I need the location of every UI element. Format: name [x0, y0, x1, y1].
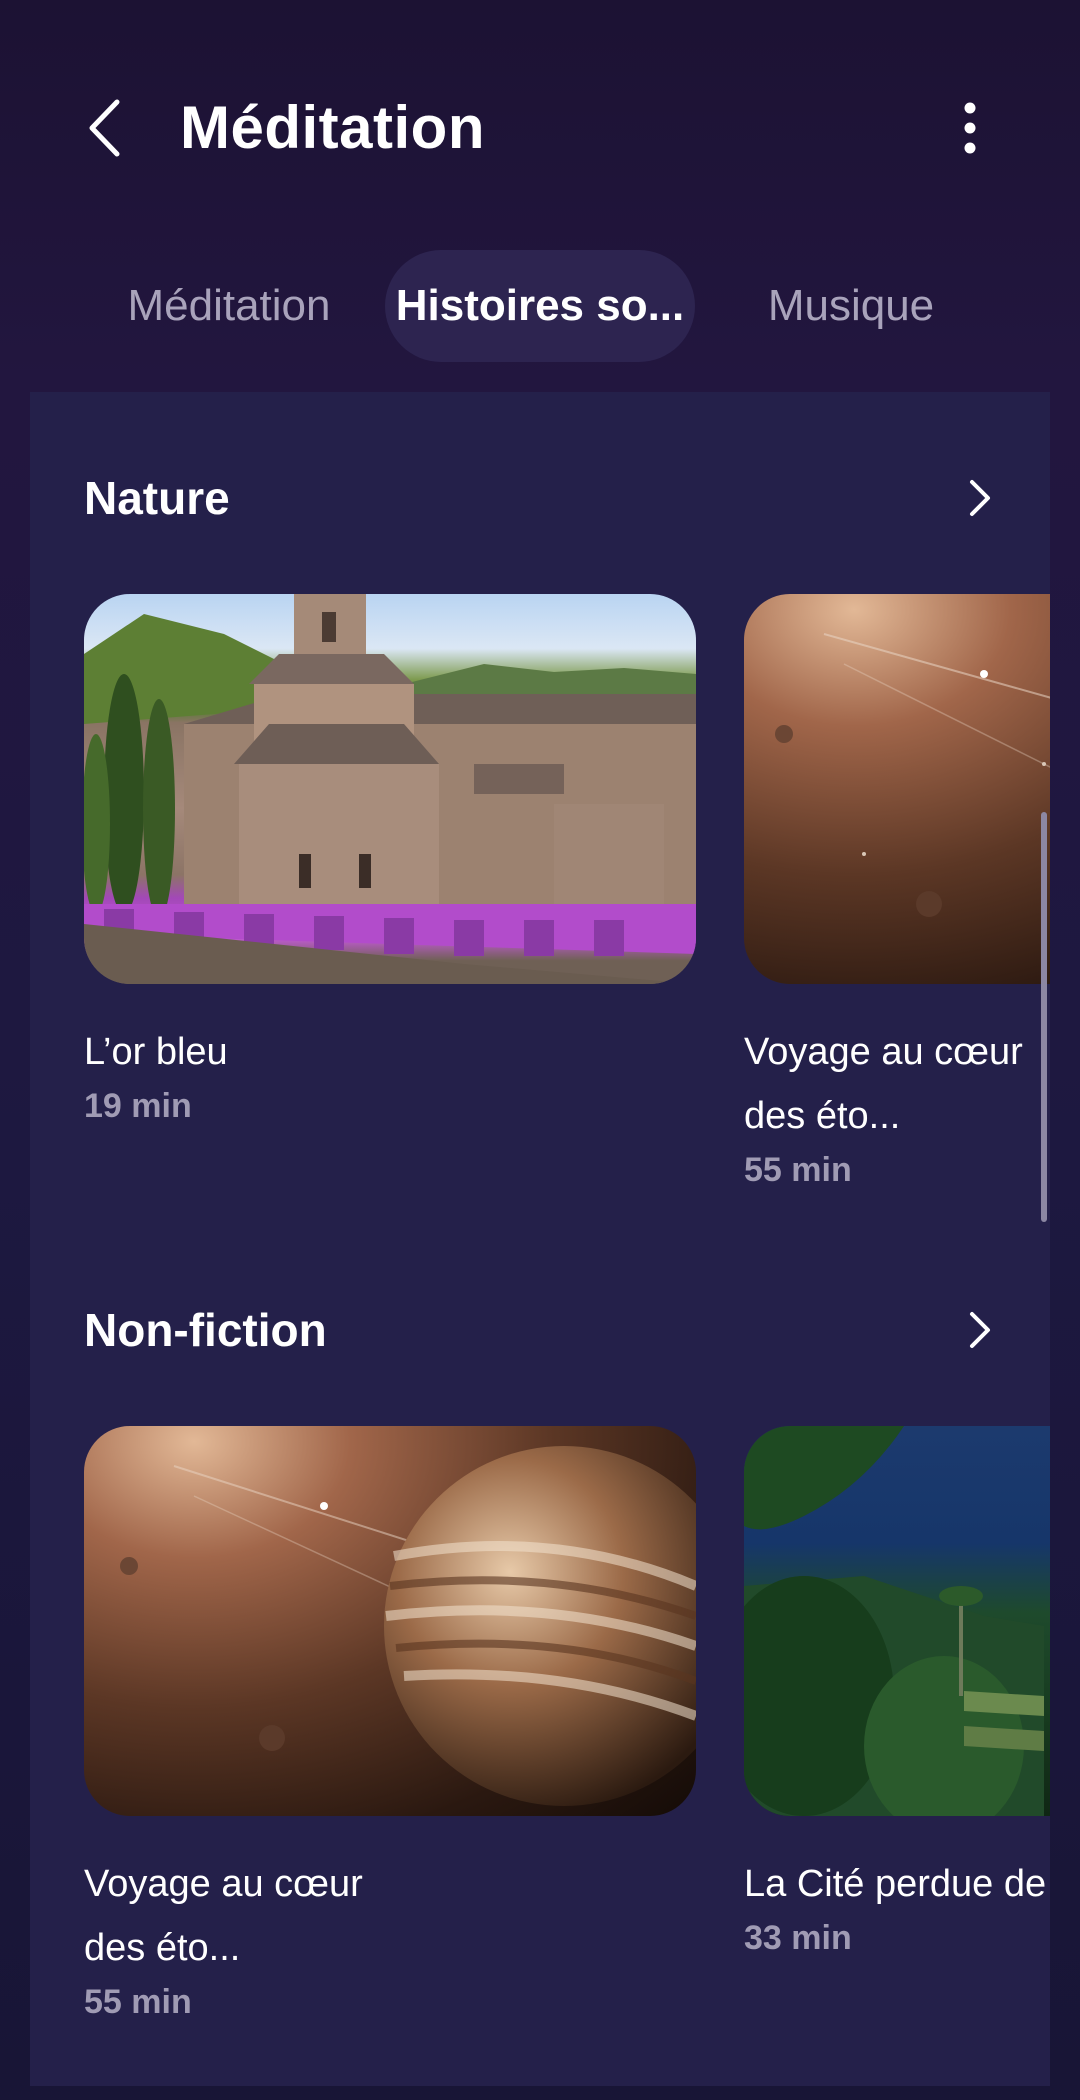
card-duration: 55 min — [744, 1151, 852, 1189]
page-title: Méditation — [180, 94, 485, 161]
scrollbar-thumb[interactable] — [1041, 812, 1047, 1222]
section-title: Nature — [84, 472, 230, 524]
more-options-button[interactable] — [940, 96, 1000, 160]
tab-meditation[interactable]: Méditation — [100, 250, 358, 362]
story-card-voyage-etoiles[interactable]: Voyage au cœur des éto... 55 min — [744, 594, 1050, 1192]
tab-histoires-sonores[interactable]: Histoires so... — [385, 250, 695, 362]
chevron-right-icon — [970, 1312, 990, 1348]
space-illustration — [775, 633, 1050, 917]
card-image-space — [744, 594, 1050, 984]
card-title: L’or bleu — [84, 1031, 228, 1073]
chevron-right-icon — [970, 480, 990, 516]
tab-musique[interactable]: Musique — [740, 250, 962, 362]
card-title: La Cité perdue de Colombie — [744, 1863, 1050, 1905]
abbey-illustration — [84, 594, 696, 984]
chevron-left-icon — [89, 99, 120, 157]
content-panel[interactable]: Nature L’or bleu 19 min Voyage au cœur d… — [30, 392, 1050, 2086]
card-image-lavender-abbey — [84, 594, 696, 984]
card-duration: 19 min — [84, 1087, 192, 1125]
card-duration: 33 min — [744, 1919, 852, 1957]
card-image-space-jupiter — [84, 1426, 696, 1816]
section-header-non-fiction[interactable]: Non-fiction — [84, 1290, 1008, 1370]
app-header: Méditation — [0, 0, 1080, 240]
section-title: Non-fiction — [84, 1304, 327, 1356]
card-image-jungle-ruins — [744, 1426, 1050, 1816]
card-duration: 55 min — [84, 1983, 192, 2021]
more-vertical-icon — [964, 102, 976, 154]
card-title: Voyage au cœur des éto... — [84, 1863, 363, 1969]
jungle-illustration — [744, 1426, 1044, 1816]
section-header-nature[interactable]: Nature — [84, 458, 1008, 538]
back-button[interactable] — [80, 95, 130, 161]
card-title: Voyage au cœur des éto... — [744, 1031, 1023, 1137]
section-see-all-button[interactable] — [952, 470, 1008, 526]
story-card-cite-perdue[interactable]: La Cité perdue de Colombie 33 min — [744, 1426, 1050, 1960]
section-see-all-button[interactable] — [952, 1302, 1008, 1358]
jupiter-illustration — [120, 1446, 696, 1806]
story-card-or-bleu[interactable]: L’or bleu 19 min — [84, 594, 696, 1128]
tab-bar: Méditation Histoires so... Musique — [0, 250, 1080, 362]
story-card-voyage-etoiles[interactable]: Voyage au cœur des éto... 55 min — [84, 1426, 696, 2024]
